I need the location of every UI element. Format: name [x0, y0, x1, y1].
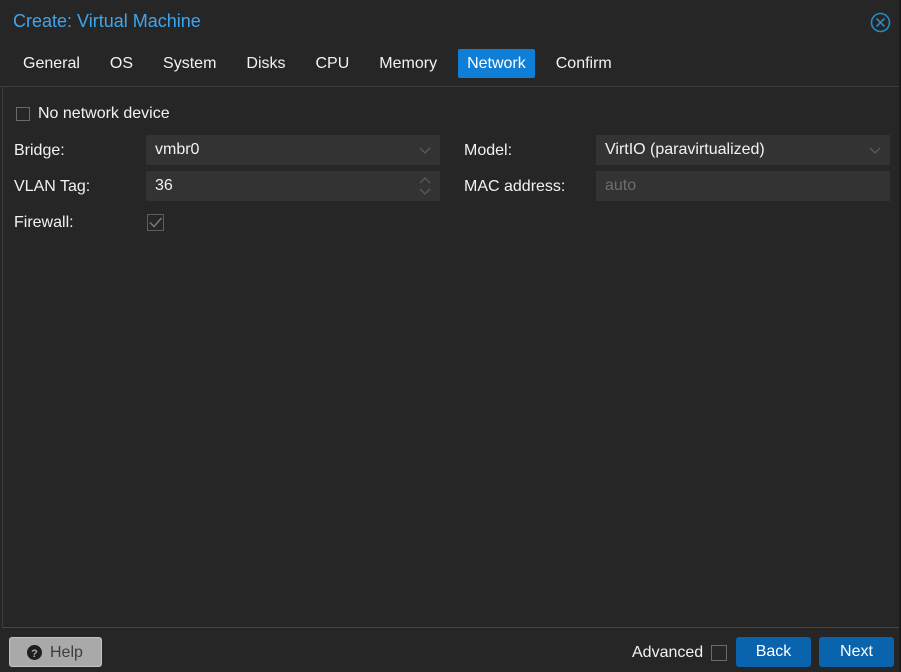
tab-cpu[interactable]: CPU: [307, 49, 359, 78]
model-label: Model:: [464, 142, 513, 159]
mac-address-placeholder: auto: [605, 177, 637, 194]
next-button[interactable]: Next: [819, 637, 894, 667]
back-button[interactable]: Back: [736, 637, 811, 667]
bridge-value: vmbr0: [155, 141, 200, 158]
tab-system[interactable]: System: [154, 49, 225, 78]
vlan-tag-value: 36: [155, 177, 173, 194]
no-network-device-label: No network device: [38, 105, 170, 122]
chevron-down-icon[interactable]: [868, 135, 882, 165]
model-value: VirtIO (paravirtualized): [605, 141, 765, 158]
advanced-checkbox[interactable]: [711, 645, 727, 661]
question-circle-icon: ?: [27, 645, 42, 660]
dialog-title: Create: Virtual Machine: [13, 11, 201, 31]
firewall-checkbox[interactable]: [147, 214, 164, 231]
tab-confirm[interactable]: Confirm: [547, 49, 621, 78]
vlan-tag-input[interactable]: 36: [146, 171, 440, 201]
chevron-down-icon[interactable]: [418, 135, 432, 165]
mac-address-label: MAC address:: [464, 178, 566, 195]
bridge-select[interactable]: vmbr0: [146, 135, 440, 165]
tab-general[interactable]: General: [14, 49, 89, 78]
firewall-label: Firewall:: [14, 214, 74, 231]
tab-disks[interactable]: Disks: [237, 49, 294, 78]
tab-os[interactable]: OS: [101, 49, 142, 78]
network-panel: [2, 87, 900, 627]
wizard-tabs: General OS System Disks CPU Memory Netwo…: [14, 49, 633, 79]
mac-address-input[interactable]: auto: [596, 171, 890, 201]
create-vm-dialog: Create: Virtual Machine General OS Syste…: [0, 0, 901, 672]
no-network-device-checkbox[interactable]: [16, 107, 30, 121]
vlan-tag-label: VLAN Tag:: [14, 178, 91, 195]
tab-memory[interactable]: Memory: [370, 49, 446, 78]
spinner-icon[interactable]: [418, 171, 432, 201]
svg-text:?: ?: [31, 648, 38, 660]
tab-network[interactable]: Network: [458, 49, 535, 78]
close-icon[interactable]: [870, 12, 891, 33]
model-select[interactable]: VirtIO (paravirtualized): [596, 135, 890, 165]
help-button[interactable]: ? Help: [9, 637, 102, 667]
bridge-label: Bridge:: [14, 142, 65, 159]
footer-divider: [2, 627, 899, 628]
advanced-label: Advanced: [632, 644, 704, 661]
help-label: Help: [50, 644, 83, 661]
